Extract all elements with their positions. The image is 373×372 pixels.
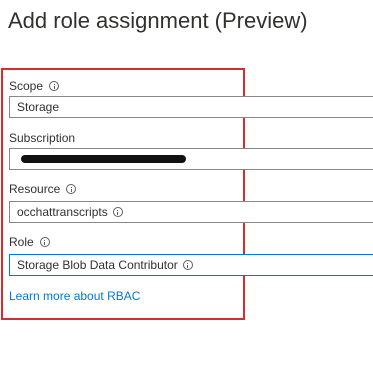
resource-select[interactable]: occhattranscripts (9, 201, 373, 223)
role-value: Storage Blob Data Contributor (17, 258, 178, 272)
role-select[interactable]: Storage Blob Data Contributor (9, 254, 373, 276)
resource-label-row: Resource (9, 181, 77, 197)
role-label: Role (9, 235, 34, 249)
info-icon[interactable] (39, 237, 50, 247)
scope-value: Storage (17, 100, 60, 114)
add-role-assignment-panel: Add role assignment (Preview) Scope Stor… (0, 0, 373, 372)
scope-label-row: Scope (9, 78, 60, 94)
learn-more-rbac-link[interactable]: Learn more about RBAC (9, 288, 140, 304)
subscription-select[interactable] (9, 148, 373, 170)
role-label-row: Role (9, 234, 50, 250)
subscription-label-row: Subscription (9, 130, 75, 146)
info-icon[interactable] (182, 260, 193, 270)
resource-value: occhattranscripts (17, 205, 108, 219)
resource-label: Resource (9, 182, 61, 196)
info-icon[interactable] (66, 184, 77, 194)
redacted-subscription-value (21, 155, 186, 163)
info-icon[interactable] (112, 207, 123, 217)
scope-select[interactable]: Storage (9, 96, 373, 118)
info-icon[interactable] (49, 81, 60, 91)
scope-label: Scope (9, 79, 44, 93)
subscription-label: Subscription (9, 131, 76, 145)
page-title: Add role assignment (Preview) (8, 8, 308, 33)
